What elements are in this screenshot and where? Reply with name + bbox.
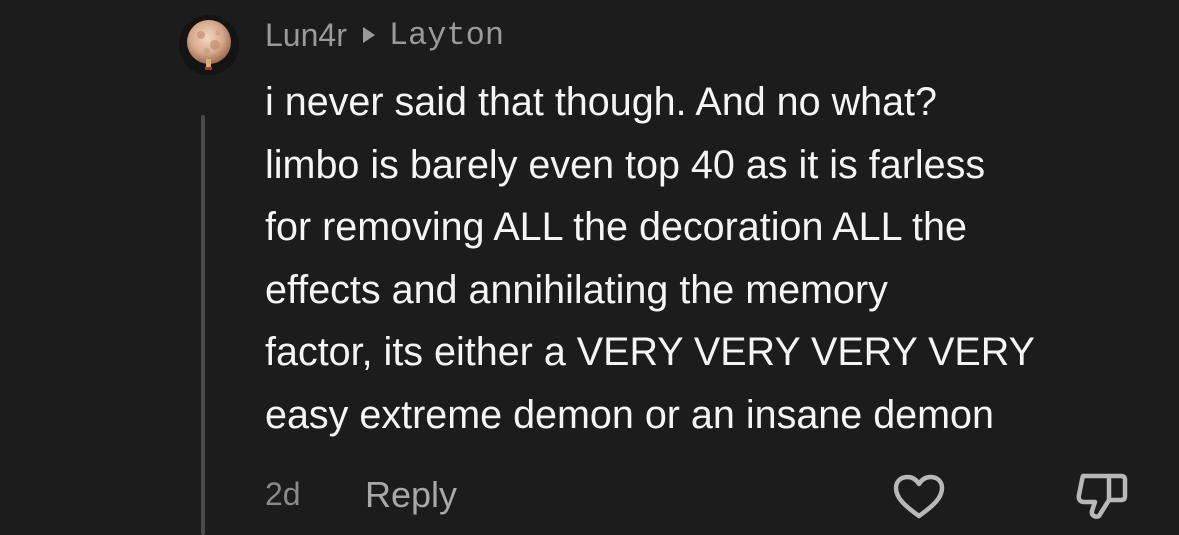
reply-button[interactable]: Reply [365,474,457,516]
heart-icon[interactable] [891,474,947,525]
author-name[interactable]: Lun4r [265,17,347,54]
thumbs-down-icon[interactable] [1075,472,1129,527]
comment-line: factor, its either a VERY VERY VERY VERY [265,330,1035,374]
reply-to-name[interactable]: Layton [389,17,504,54]
comment-line: i never said that though. And no what? [265,80,937,124]
timestamp: 2d [265,476,301,512]
moon-avatar-icon [179,15,239,75]
comment-header: Lun4r Layton [265,12,504,58]
comment-body: i never said that though. And no what? l… [265,71,1165,446]
comment-line: for removing ALL the decoration ALL the [265,205,967,249]
comment-line: limbo is barely even top 40 as it is far… [265,142,986,187]
comment-actions: 2d Reply [265,470,1145,522]
play-triangle-icon [362,27,375,43]
thread-line [201,115,205,535]
comment-line: easy extreme demon or an insane demon [265,392,994,437]
avatar[interactable] [179,15,239,75]
comment-line: effects and annihilating the memory [265,267,888,312]
